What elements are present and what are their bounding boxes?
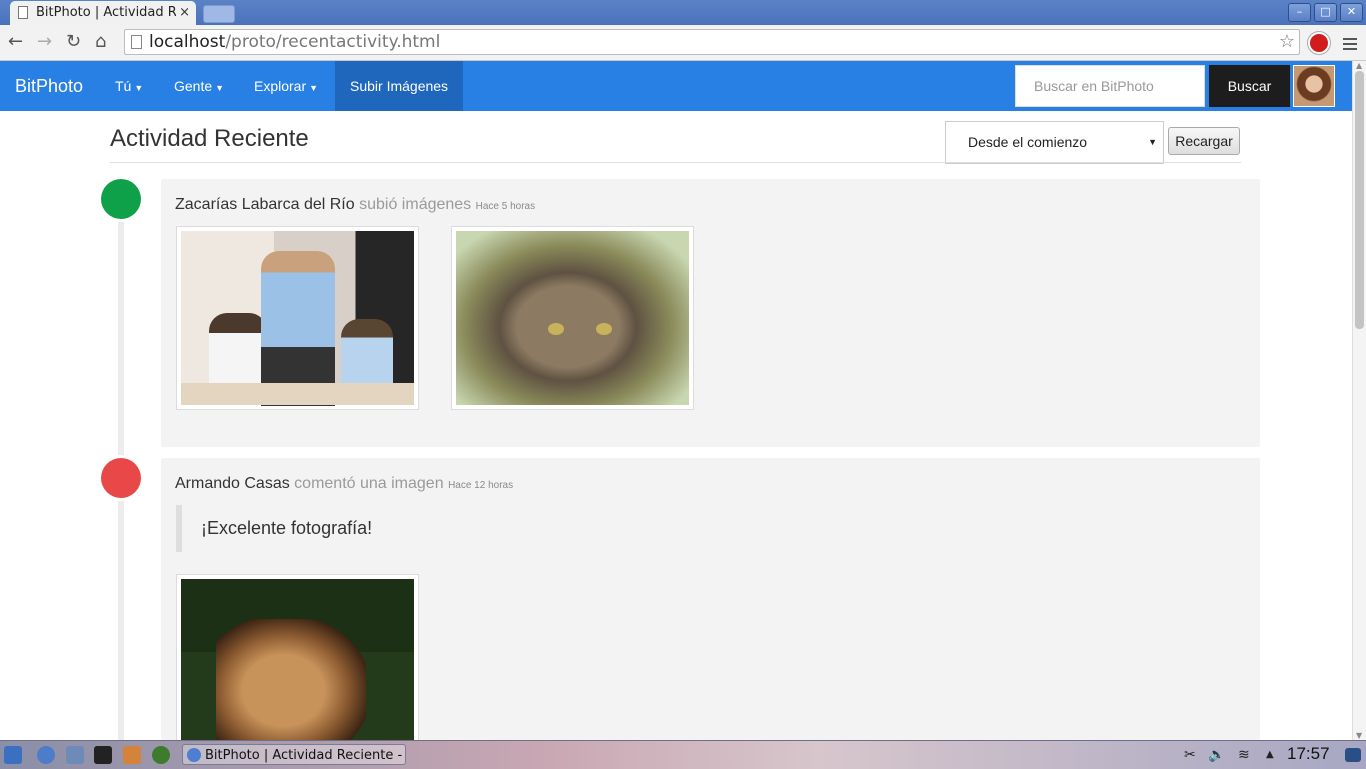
close-window-button[interactable]: ✕	[1340, 3, 1363, 22]
nav-item-tu[interactable]: Tú ▼	[115, 61, 143, 111]
browser-icon	[187, 748, 201, 762]
browser-toolbar: ← → ↻ ⌂ localhost/proto/recentactivity.h…	[0, 25, 1366, 61]
scrollbar-thumb[interactable]	[1355, 71, 1364, 329]
media-player-icon[interactable]	[152, 746, 170, 764]
nav-item-gente[interactable]: Gente ▼	[174, 61, 224, 111]
image-thumbnail[interactable]	[176, 226, 419, 410]
page-title: Actividad Reciente	[110, 125, 309, 152]
taskbar-window-button[interactable]: BitPhoto | Actividad Reciente -	[182, 744, 406, 765]
browser-tab-strip: BitPhoto | Actividad Re × – □ ✕	[0, 0, 1366, 25]
timeline-dot	[101, 458, 141, 498]
cat-photo	[456, 231, 689, 405]
volume-icon[interactable]: 🔈	[1208, 747, 1225, 763]
activity-action: comentó una imagen	[294, 475, 444, 492]
taskbar-window-label: BitPhoto | Actividad Reciente -	[205, 748, 403, 763]
home-icon[interactable]: ⌂	[95, 31, 106, 52]
os-taskbar: BitPhoto | Actividad Reciente - ✂ 🔈 ≋ ▲ …	[0, 740, 1366, 769]
scissors-icon[interactable]: ✂	[1184, 747, 1196, 763]
extension-icon[interactable]	[1308, 32, 1330, 54]
browser-launcher-icon[interactable]	[37, 746, 55, 764]
close-tab-icon[interactable]: ×	[179, 1, 190, 25]
nav-item-label: Explorar	[254, 78, 307, 94]
chevron-down-icon: ▼	[309, 83, 319, 93]
activity-user[interactable]: Armando Casas	[175, 475, 290, 492]
time-filter-select[interactable]: Desde el comienzo ▼	[945, 121, 1164, 164]
url-host: localhost	[149, 32, 226, 52]
activity-action: subió imágenes	[359, 196, 472, 213]
activity-time: Hace 12 horas	[448, 480, 514, 491]
editor-icon[interactable]	[123, 746, 141, 764]
reload-icon[interactable]: ↻	[66, 31, 81, 52]
maximize-window-button[interactable]: □	[1314, 3, 1337, 22]
nav-item-label: Subir Imágenes	[350, 78, 449, 94]
show-desktop-icon[interactable]	[1345, 748, 1361, 762]
bookmark-star-icon[interactable]: ☆	[1279, 30, 1295, 54]
dropdown-arrow-icon: ▼	[1148, 137, 1157, 147]
brand-logo[interactable]: BitPhoto	[15, 61, 83, 111]
start-menu-icon[interactable]	[4, 746, 22, 764]
chevron-down-icon: ▼	[215, 83, 225, 93]
scroll-down-icon[interactable]: ▼	[1356, 731, 1362, 740]
browser-tab[interactable]: BitPhoto | Actividad Re ×	[10, 1, 196, 25]
image-thumbnail[interactable]	[451, 226, 694, 410]
comment-quote: ¡Excelente fotografía!	[176, 505, 576, 552]
address-bar[interactable]: localhost/proto/recentactivity.html ☆	[124, 29, 1300, 55]
reload-button[interactable]: Recargar	[1168, 127, 1240, 155]
terminal-icon[interactable]	[94, 746, 112, 764]
image-thumbnail[interactable]	[176, 574, 419, 749]
forward-icon[interactable]: →	[37, 31, 52, 52]
user-avatar[interactable]	[1293, 65, 1335, 107]
browser-menu-icon[interactable]	[1343, 35, 1357, 53]
activity-time: Hace 5 horas	[475, 201, 536, 212]
nav-item-label: Gente	[174, 78, 213, 94]
tray-expand-icon[interactable]: ▲	[1266, 749, 1274, 760]
page-icon	[131, 35, 142, 49]
time-filter-value: Desde el comienzo	[968, 134, 1088, 150]
timeline-dot	[101, 179, 141, 219]
url-path: /proto/recentactivity.html	[225, 32, 441, 52]
new-tab-button[interactable]	[203, 5, 235, 23]
header-divider	[110, 162, 1241, 163]
horse-photo	[181, 579, 414, 749]
tab-title: BitPhoto | Actividad Re	[36, 5, 176, 20]
wifi-icon[interactable]: ≋	[1238, 747, 1250, 763]
minimize-window-button[interactable]: –	[1288, 3, 1311, 22]
chevron-down-icon: ▼	[134, 83, 144, 93]
page-icon	[18, 6, 28, 19]
search-button[interactable]: Buscar	[1209, 65, 1290, 107]
scroll-up-icon[interactable]: ▲	[1356, 61, 1362, 70]
nav-item-subir-imagenes[interactable]: Subir Imágenes	[335, 61, 464, 111]
site-navbar: BitPhoto Tú ▼ Gente ▼ Explorar ▼ Subir Imág…	[0, 61, 1352, 111]
office-photo	[181, 231, 414, 406]
back-icon[interactable]: ←	[8, 31, 23, 52]
clock[interactable]: 17:57	[1287, 744, 1330, 764]
nav-item-explorar[interactable]: Explorar ▼	[254, 61, 318, 111]
file-manager-icon[interactable]	[66, 746, 84, 764]
activity-header: Armando Casas comentó una imagen Hace 12…	[175, 475, 513, 493]
activity-user[interactable]: Zacarías Labarca del Río	[175, 196, 355, 213]
activity-header: Zacarías Labarca del Río subió imágenes …	[175, 196, 535, 214]
page-scrollbar[interactable]: ▲ ▼	[1352, 61, 1366, 740]
nav-item-label: Tú	[115, 78, 132, 94]
search-input[interactable]: Buscar en BitPhoto	[1015, 65, 1205, 107]
